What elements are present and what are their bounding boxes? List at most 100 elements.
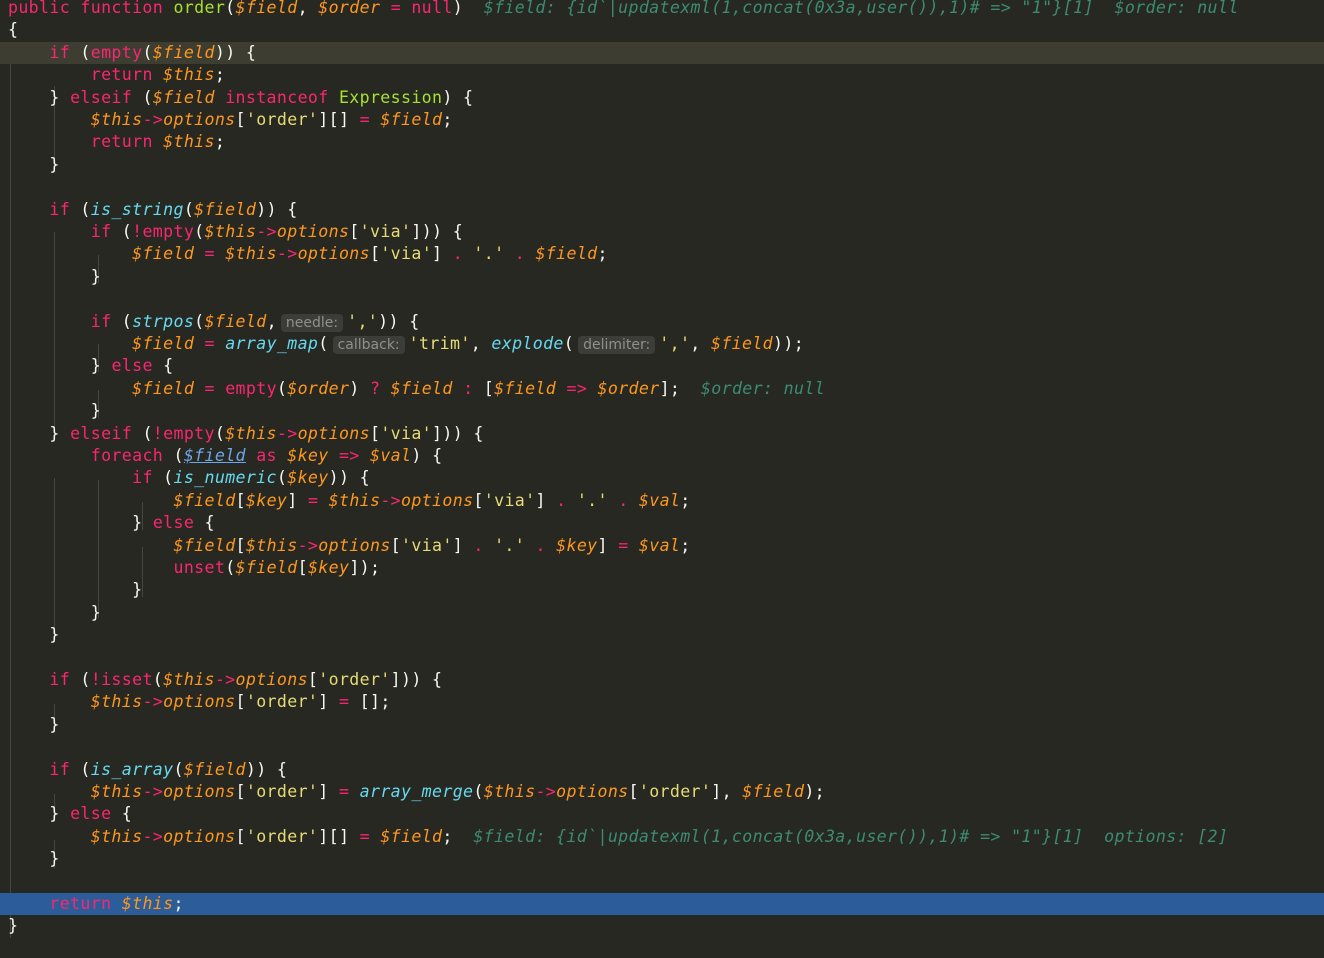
variable: $order	[318, 0, 381, 17]
code-line[interactable]: $this->options['order'][] = $field; $fie…	[0, 826, 1324, 848]
punctuation	[18, 558, 28, 577]
punctuation	[8, 356, 18, 375]
punctuation: ]	[318, 110, 329, 129]
punctuation: )	[411, 670, 422, 689]
punctuation: (	[225, 558, 236, 577]
code-line[interactable]: if (is_string($field)) {	[0, 199, 1324, 221]
code-line[interactable]: } else {	[0, 803, 1324, 825]
punctuation	[360, 379, 370, 398]
code-line[interactable]: } elseif (!empty($this->options['via']))…	[0, 423, 1324, 445]
punctuation	[349, 692, 359, 711]
code-line[interactable]: $this->options['order'] = [];	[0, 691, 1324, 713]
code-line-current[interactable]: if (empty($field)) {	[0, 41, 1324, 65]
code-line[interactable]: if (is_array($field)) {	[0, 759, 1324, 781]
code-line[interactable]: }	[0, 915, 1324, 937]
punctuation	[111, 312, 121, 331]
code-line[interactable]: }	[0, 714, 1324, 736]
code-line[interactable]: } else {	[0, 512, 1324, 534]
code-line[interactable]: $field = $this->options['via'] . '.' . $…	[0, 243, 1324, 265]
code-line[interactable]	[0, 871, 1324, 893]
punctuation	[60, 110, 70, 129]
code-line[interactable]: }	[0, 624, 1324, 646]
punctuation	[39, 43, 49, 62]
punctuation	[8, 379, 18, 398]
code-line[interactable]: foreach ($field as $key => $val) {	[0, 445, 1324, 467]
keyword: if	[49, 42, 71, 62]
code-line[interactable]: return $this;	[0, 131, 1324, 153]
punctuation	[70, 334, 80, 353]
punctuation	[60, 356, 70, 375]
code-line[interactable]: return $this;	[0, 64, 1324, 86]
keyword: elseif	[70, 87, 133, 107]
arrow-operator: ->	[297, 535, 319, 555]
punctuation: {	[204, 513, 215, 533]
operator: .	[556, 490, 567, 510]
punctuation	[60, 491, 70, 510]
code-line[interactable]: } elseif ($field instanceof Expression) …	[0, 87, 1324, 109]
code-line[interactable]: }	[0, 400, 1324, 422]
string-literal: 'via'	[483, 490, 536, 510]
code-line[interactable]: }	[0, 154, 1324, 176]
punctuation: (	[194, 311, 205, 331]
punctuation: {	[245, 42, 257, 62]
code-line[interactable]	[0, 176, 1324, 198]
code-line[interactable]: if (!empty($this->options['via'])) {	[0, 221, 1324, 243]
code-line[interactable]: if (strpos($field, needle: ',')) {	[0, 311, 1324, 333]
code-line[interactable]: }	[0, 848, 1324, 870]
punctuation	[629, 491, 639, 510]
code-line[interactable]	[0, 288, 1324, 310]
code-line[interactable]: if (!isset($this->options['order'])) {	[0, 669, 1324, 691]
punctuation	[29, 536, 39, 555]
code-line[interactable]: unset($field[$key]);	[0, 557, 1324, 579]
code-line[interactable]: if (is_numeric($key)) {	[0, 467, 1324, 489]
variable: $field	[710, 334, 774, 353]
punctuation: (	[142, 423, 153, 443]
string-literal: '.'	[473, 244, 505, 264]
code-line[interactable]: $field[$key] = $this->options['via'] . '…	[0, 490, 1324, 512]
code-line-execution-point[interactable]: return $this;	[0, 893, 1324, 916]
punctuation	[504, 244, 514, 263]
punctuation	[18, 692, 28, 711]
punctuation	[8, 132, 18, 151]
operator: =	[359, 110, 370, 129]
code-line[interactable]: public function order($field, $order = n…	[0, 0, 1324, 19]
this-variable: $this	[90, 110, 143, 129]
code-line[interactable]: $field = empty($order) ? $field : [$fiel…	[0, 378, 1324, 400]
punctuation: )	[442, 87, 453, 107]
punctuation: (	[276, 468, 288, 488]
punctuation	[60, 782, 70, 801]
code-line[interactable]: }	[0, 579, 1324, 601]
code-line[interactable]	[0, 736, 1324, 758]
punctuation: ;	[680, 535, 691, 555]
punctuation	[298, 491, 308, 510]
code-line[interactable]: }	[0, 266, 1324, 288]
punctuation: [	[235, 490, 246, 510]
punctuation	[163, 536, 173, 555]
code-line[interactable]: {	[0, 19, 1324, 41]
punctuation	[8, 760, 18, 779]
punctuation	[70, 692, 80, 711]
keyword: if	[49, 670, 71, 689]
operator: =	[307, 490, 319, 510]
punctuation	[101, 334, 111, 353]
code-line[interactable]: }	[0, 602, 1324, 624]
code-line[interactable]: } else {	[0, 355, 1324, 377]
code-line[interactable]: $this->options['order'][] = $field;	[0, 109, 1324, 131]
punctuation	[29, 65, 39, 84]
punctuation: [	[235, 535, 246, 555]
punctuation	[80, 536, 90, 555]
punctuation: [	[235, 692, 246, 712]
code-editor[interactable]: public function order($field, $order = n…	[0, 0, 1324, 958]
punctuation	[18, 200, 28, 219]
punctuation	[142, 513, 152, 532]
code-line[interactable]: $this->options['order'] = array_merge($t…	[0, 781, 1324, 803]
this-variable: $this	[328, 490, 381, 510]
punctuation	[80, 782, 90, 801]
punctuation	[39, 580, 49, 599]
code-line[interactable]: $field[$this->options['via'] . '.' . $ke…	[0, 535, 1324, 557]
punctuation	[701, 334, 711, 353]
punctuation	[29, 692, 39, 711]
punctuation	[39, 356, 49, 375]
code-line[interactable]	[0, 647, 1324, 669]
code-line[interactable]: $field = array_map(callback:'trim', expl…	[0, 333, 1324, 355]
